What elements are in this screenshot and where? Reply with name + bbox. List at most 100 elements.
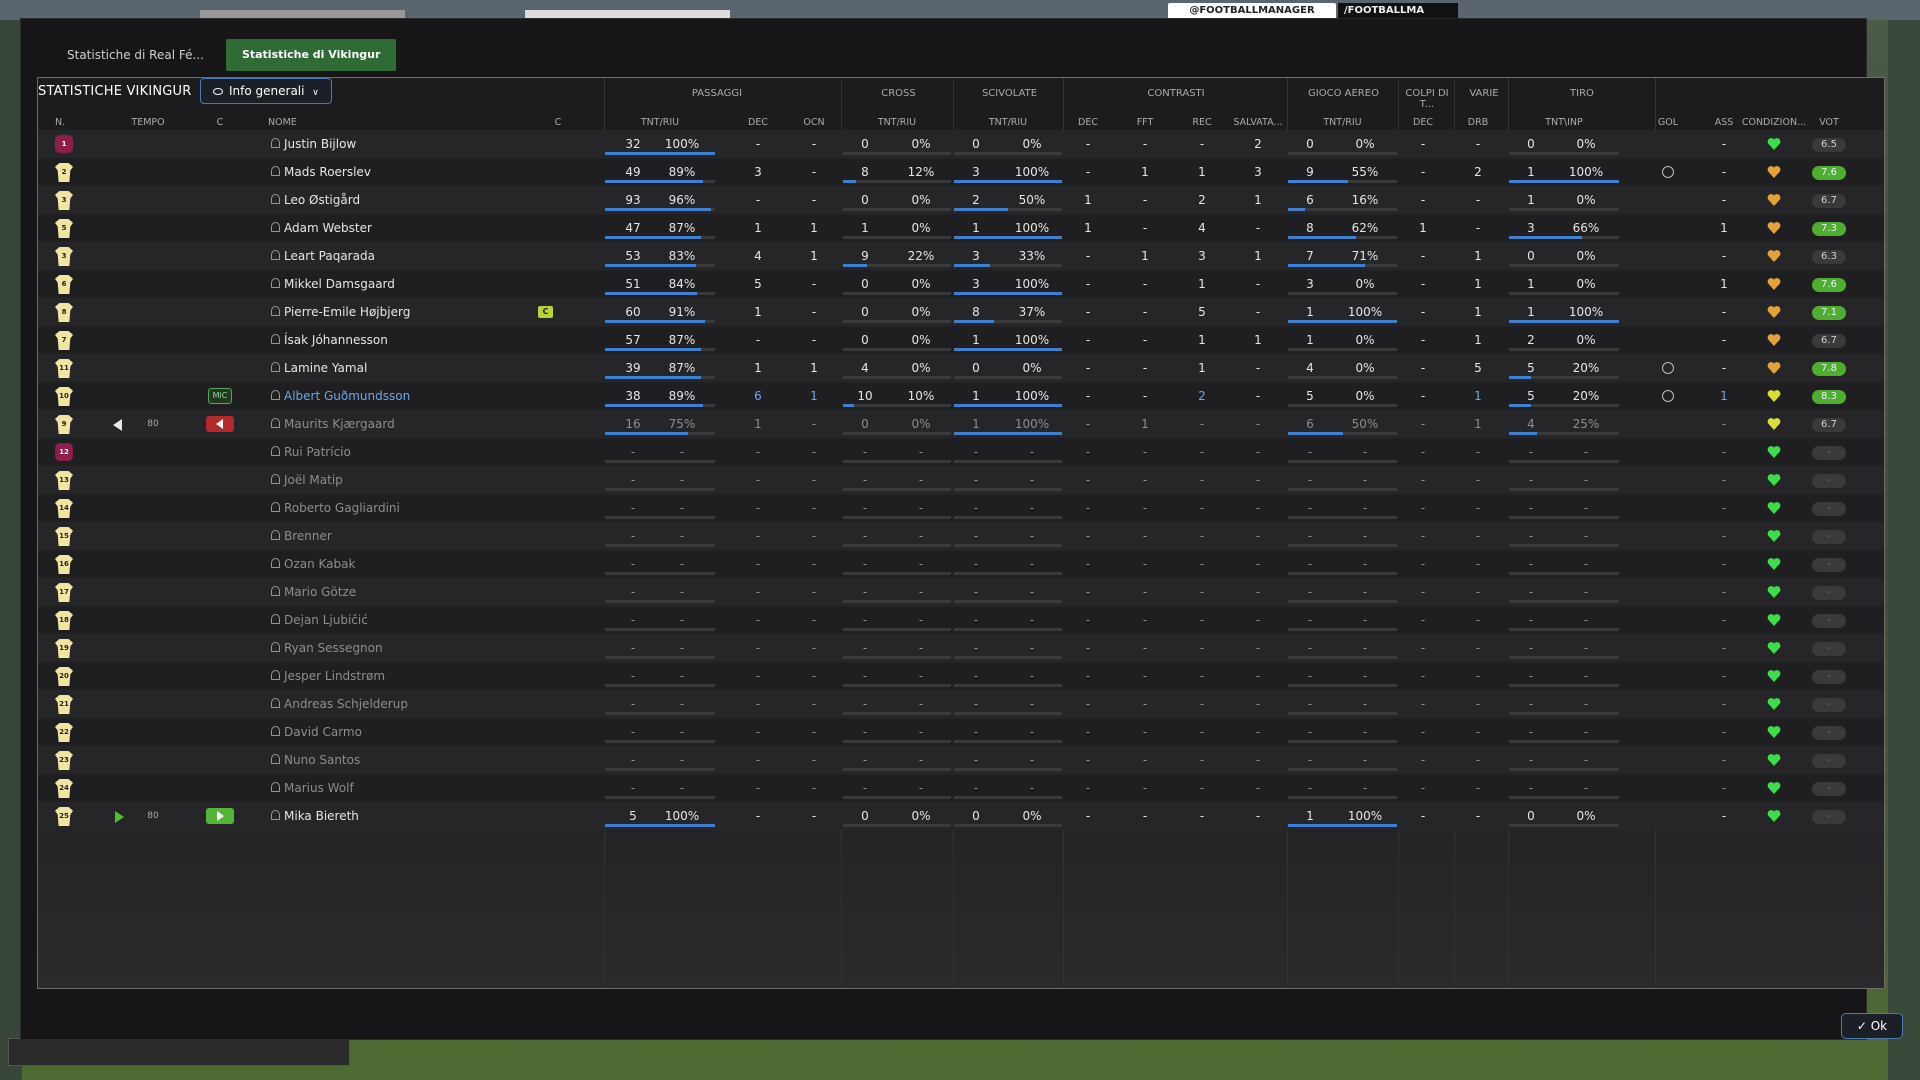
player-profile-icon[interactable]: [270, 558, 280, 569]
player-name[interactable]: Adam Webster: [284, 214, 544, 242]
table-row[interactable]: 9 80 Maurits Kjærgaard 16 75% 1-0 0% 1 100% -1- -6…: [38, 410, 1884, 438]
player-profile-icon[interactable]: [270, 782, 280, 793]
player-profile-icon[interactable]: [270, 278, 280, 289]
player-profile-icon[interactable]: [270, 250, 280, 261]
player-name[interactable]: Mikkel Damsgaard: [284, 270, 544, 298]
player-profile-icon[interactable]: [270, 362, 280, 373]
player-profile-icon[interactable]: [270, 502, 280, 513]
table-row[interactable]: 19 Ryan Sessegnon - - - - - - - - - - - - - - - - - - - -: [38, 634, 1884, 662]
player-profile-icon[interactable]: [270, 586, 280, 597]
player-profile-icon[interactable]: [270, 810, 280, 821]
drb-value: -: [1475, 473, 1481, 487]
table-row[interactable]: 22 David Carmo - - - - - - - - - - - - - - - - - - - -: [38, 718, 1884, 746]
col-pass-tnt-header[interactable]: TNT/RIU: [625, 117, 695, 128]
table-row[interactable]: 17 Mario Götze - - - - - - - - - - - - - - - - - - - -: [38, 578, 1884, 606]
player-name[interactable]: Marius Wolf: [284, 774, 544, 802]
player-name[interactable]: Mario Götze: [284, 578, 544, 606]
col-aereo-tnt-header[interactable]: TNT/RIU: [1308, 117, 1378, 128]
pass-ocn-value: -: [811, 473, 817, 487]
table-row[interactable]: 2 Mads Roerslev 49 89% 3-8 12% 3 100% -1 1 3 9 55% -2…: [38, 158, 1884, 186]
player-name[interactable]: Pierre-Emile Højbjerg: [284, 298, 544, 326]
tab-real-stats[interactable]: Statistiche di Real Fé...: [51, 39, 220, 71]
player-name[interactable]: Joël Matip: [284, 466, 544, 494]
table-row[interactable]: 7 Ísak Jóhannesson 57 87% - -0 0% 1 100% - -1 1 1 0% -…: [38, 326, 1884, 354]
col-n-header[interactable]: N.: [55, 117, 65, 128]
table-row[interactable]: 21 Andreas Schjelderup - - - - - - - - - - - - - - - - - - -…: [38, 690, 1884, 718]
player-profile-icon[interactable]: [270, 726, 280, 737]
player-name[interactable]: Mika Biereth: [284, 802, 544, 830]
tab-vikingur-stats[interactable]: Statistiche di Vikingur: [225, 39, 397, 71]
player-name[interactable]: Dejan Ljubičić: [284, 606, 544, 634]
col-c-header[interactable]: C: [185, 117, 255, 128]
col-vot-header[interactable]: VOT: [1794, 117, 1864, 128]
ok-button[interactable]: ✓ Ok: [1841, 1013, 1903, 1039]
player-name[interactable]: David Carmo: [284, 718, 544, 746]
table-row[interactable]: 1 Justin Bijlow 32 100% - -0 0% 0 0% - - -2 0 0% - -0 0%…: [38, 130, 1884, 158]
table-row[interactable]: 16 Ozan Kabak - - - - - - - - - - - - - - - - - - - -: [38, 550, 1884, 578]
table-row[interactable]: 11 Lamine Yamal 39 87% 1 1 4 0% 0 0% - -1-4 0% -5 5 20%…: [38, 354, 1884, 382]
player-name[interactable]: Albert Guðmundsson: [284, 382, 544, 410]
player-name[interactable]: Roberto Gagliardini: [284, 494, 544, 522]
pass-bar-track: [605, 488, 715, 491]
table-row[interactable]: 14 Roberto Gagliardini - - - - - - - - - - - - - - - - - - -…: [38, 494, 1884, 522]
player-profile-icon[interactable]: [270, 166, 280, 177]
player-profile-icon[interactable]: [270, 474, 280, 485]
group-header-tiro: TIRO: [1570, 88, 1594, 99]
col-c2-header[interactable]: C: [523, 117, 593, 128]
player-profile-icon[interactable]: [270, 138, 280, 149]
table-row[interactable]: 12 Rui Patrício - - - - - - - - - - - - - - - - - - - -: [38, 438, 1884, 466]
table-row[interactable]: 18 Dejan Ljubičić - - - - - - - - - - - - - - - - - - - -: [38, 606, 1884, 634]
player-profile-icon[interactable]: [270, 614, 280, 625]
player-name[interactable]: Leo Østigård: [284, 186, 544, 214]
player-name[interactable]: Jesper Lindstrøm: [284, 662, 544, 690]
player-profile-icon[interactable]: [270, 418, 280, 429]
player-profile-icon[interactable]: [270, 222, 280, 233]
player-name[interactable]: Ozan Kabak: [284, 550, 544, 578]
player-name[interactable]: Leart Paqarada: [284, 242, 544, 270]
player-profile-icon[interactable]: [270, 390, 280, 401]
col-pass-ocn-header[interactable]: OCN: [779, 117, 849, 128]
table-row[interactable]: 24 Marius Wolf - - - - - - - - - - - - - - - - - - - -: [38, 774, 1884, 802]
table-row[interactable]: 3 Leart Paqarada 53 83% 4 1 9 22% 3 33% -1 3 1 7 71% -1…: [38, 242, 1884, 270]
col-tempo-header[interactable]: TEMPO: [113, 117, 183, 128]
col-nome-header[interactable]: NOME: [268, 117, 297, 128]
table-row[interactable]: 25 80 Mika Biereth 5 100% - -0 0% 0 0% - - - -1 100% - -…: [38, 802, 1884, 830]
player-name[interactable]: Lamine Yamal: [284, 354, 544, 382]
table-row[interactable]: 3 Leo Østigård 93 96% - -0 0% 2 50% 1-2 1 6 16% - -1 0%…: [38, 186, 1884, 214]
player-profile-icon[interactable]: [270, 698, 280, 709]
table-row[interactable]: 6 Mikkel Damsgaard 51 84% 5-0 0% 3 100% - -1-3 0% -…: [38, 270, 1884, 298]
player-profile-icon[interactable]: [270, 642, 280, 653]
player-profile-icon[interactable]: [270, 446, 280, 457]
info-filter-dropdown[interactable]: Info generali ∨: [200, 78, 332, 104]
col-contr-salv-header[interactable]: SALVATA...: [1223, 117, 1293, 128]
table-row[interactable]: 10 MiC Albert Guðmundsson 38 89% 6 1 10 10% 1 100%…: [38, 382, 1884, 410]
drb-value: -: [1475, 753, 1481, 767]
table-row[interactable]: 5 Adam Webster 47 87% 1 1 1 0% 1 100% 1-4-8 62% 1-3 6…: [38, 214, 1884, 242]
player-name[interactable]: Ryan Sessegnon: [284, 634, 544, 662]
player-profile-icon[interactable]: [270, 306, 280, 317]
col-cross-tnt-header[interactable]: TNT/RIU: [862, 117, 932, 128]
col-sciv-tnt-header[interactable]: TNT/RIU: [973, 117, 1043, 128]
player-profile-icon[interactable]: [270, 334, 280, 345]
player-profile-icon[interactable]: [270, 754, 280, 765]
col-tiro-tnt-header[interactable]: TNT\INP: [1529, 117, 1599, 128]
player-name[interactable]: Mads Roerslev: [284, 158, 544, 186]
player-profile-icon[interactable]: [270, 530, 280, 541]
player-name[interactable]: Nuno Santos: [284, 746, 544, 774]
table-row[interactable]: 20 Jesper Lindstrøm - - - - - - - - - - - - - - - - - - - -: [38, 662, 1884, 690]
table-row[interactable]: 8 Pierre-Emile Højbjerg C 60 91% 1-0 0% 8 37% - -5…: [38, 298, 1884, 326]
player-name[interactable]: Brenner: [284, 522, 544, 550]
player-name[interactable]: Justin Bijlow: [284, 130, 544, 158]
player-profile-icon[interactable]: [270, 194, 280, 205]
player-profile-icon[interactable]: [270, 670, 280, 681]
rating-badge: -: [1812, 502, 1846, 516]
player-name[interactable]: Rui Patrício: [284, 438, 544, 466]
table-row[interactable]: 23 Nuno Santos - - - - - - - - - - - - - - - - - - - -: [38, 746, 1884, 774]
table-row[interactable]: 15 Brenner - - - - - - - - - - - - - - - - - - - -: [38, 522, 1884, 550]
player-name[interactable]: Andreas Schjelderup: [284, 690, 544, 718]
table-row[interactable]: 13 Joël Matip - - - - - - - - - - - - - - - - - - - -: [38, 466, 1884, 494]
player-name[interactable]: Ísak Jóhannesson: [284, 326, 544, 354]
col-varie-drb-header[interactable]: DRB: [1443, 117, 1513, 128]
contr-salv-value: -: [1255, 669, 1261, 683]
player-name[interactable]: Maurits Kjærgaard: [284, 410, 544, 438]
